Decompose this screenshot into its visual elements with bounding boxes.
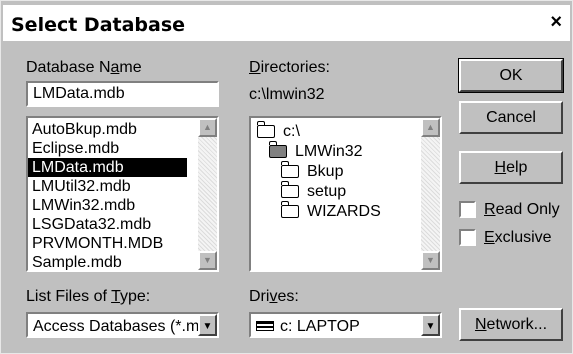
directory-item[interactable]: LMWin32	[257, 141, 381, 162]
scroll-down-icon[interactable]: ▼	[198, 251, 217, 270]
ok-button[interactable]: OK	[458, 58, 564, 93]
database-name-label: Database Name	[26, 59, 142, 76]
exclusive-checkbox[interactable]: Exclusive	[459, 229, 552, 247]
directory-item[interactable]: Bkup	[257, 161, 381, 182]
title-bar: Select Database ×	[3, 5, 570, 41]
read-only-checkbox[interactable]: Read Only	[459, 201, 560, 219]
drives-label: Drives:	[249, 288, 299, 305]
file-type-value: Access Databases (*.mı	[33, 318, 198, 335]
directory-item-label: c:\	[283, 123, 300, 140]
checkbox-icon[interactable]	[459, 229, 476, 247]
directory-item[interactable]: WIZARDS	[257, 201, 381, 222]
folder-open-icon	[257, 121, 275, 138]
drive-value: c: LAPTOP	[256, 318, 360, 336]
checkbox-icon[interactable]	[459, 201, 476, 219]
directory-tree[interactable]: c:\ LMWin32 Bkup setup WIZARDS ▲ ▼	[249, 116, 442, 272]
file-list-item[interactable]: PRVMONTH.MDB	[28, 234, 187, 253]
directory-item[interactable]: c:\	[257, 121, 381, 142]
select-database-dialog: Select Database × Database Name LMData.m…	[0, 0, 573, 354]
folder-icon	[281, 201, 299, 218]
directories-label: Directories:	[249, 59, 330, 76]
database-name-input[interactable]: LMData.mdb	[26, 81, 219, 107]
cancel-button[interactable]: Cancel	[459, 101, 563, 134]
directory-item-label: WIZARDS	[307, 203, 381, 220]
drive-select[interactable]: c: LAPTOP ▼	[249, 312, 442, 338]
directory-item-label: Bkup	[307, 163, 344, 180]
directory-item-label: setup	[307, 183, 347, 200]
current-directory-path: c:\lmwin32	[249, 86, 325, 103]
drive-icon	[256, 321, 274, 331]
dropdown-arrow-icon[interactable]: ▼	[421, 314, 440, 336]
file-list-item[interactable]: Eclipse.mdb	[28, 139, 187, 158]
folder-open-icon	[269, 141, 287, 158]
folder-icon	[281, 181, 299, 198]
directory-item-label: LMWin32	[295, 143, 363, 160]
directory-scrollbar[interactable]: ▲ ▼	[421, 118, 440, 270]
database-file-list[interactable]: AutoBkup.mdb Eclipse.mdb LMData.mdb LMUtil3…	[26, 116, 219, 272]
file-list-item[interactable]: LMWin32.mdb	[28, 196, 187, 215]
dropdown-arrow-icon[interactable]: ▼	[198, 314, 217, 336]
folder-icon	[281, 161, 299, 178]
file-list-item[interactable]: AutoBkup.mdb	[28, 120, 187, 139]
file-list-item[interactable]: LMData.mdb	[28, 158, 187, 177]
scroll-up-icon[interactable]: ▲	[421, 118, 440, 137]
file-type-label: List Files of Type:	[26, 288, 151, 305]
file-list-item[interactable]: LMUtil32.mdb	[28, 177, 187, 196]
directory-item[interactable]: setup	[257, 181, 381, 202]
file-list-item[interactable]: Sample.mdb	[28, 253, 187, 270]
file-list-item[interactable]: LSGData32.mdb	[28, 215, 187, 234]
close-icon[interactable]: ×	[550, 11, 562, 34]
scroll-down-icon[interactable]: ▼	[421, 251, 440, 270]
file-list-scrollbar[interactable]: ▲ ▼	[198, 118, 217, 270]
dialog-title: Select Database	[11, 14, 186, 36]
help-button[interactable]: Help	[459, 151, 563, 184]
file-type-select[interactable]: Access Databases (*.mı ▼	[26, 312, 219, 338]
scroll-up-icon[interactable]: ▲	[198, 118, 217, 137]
network-button[interactable]: Network...	[459, 308, 563, 341]
